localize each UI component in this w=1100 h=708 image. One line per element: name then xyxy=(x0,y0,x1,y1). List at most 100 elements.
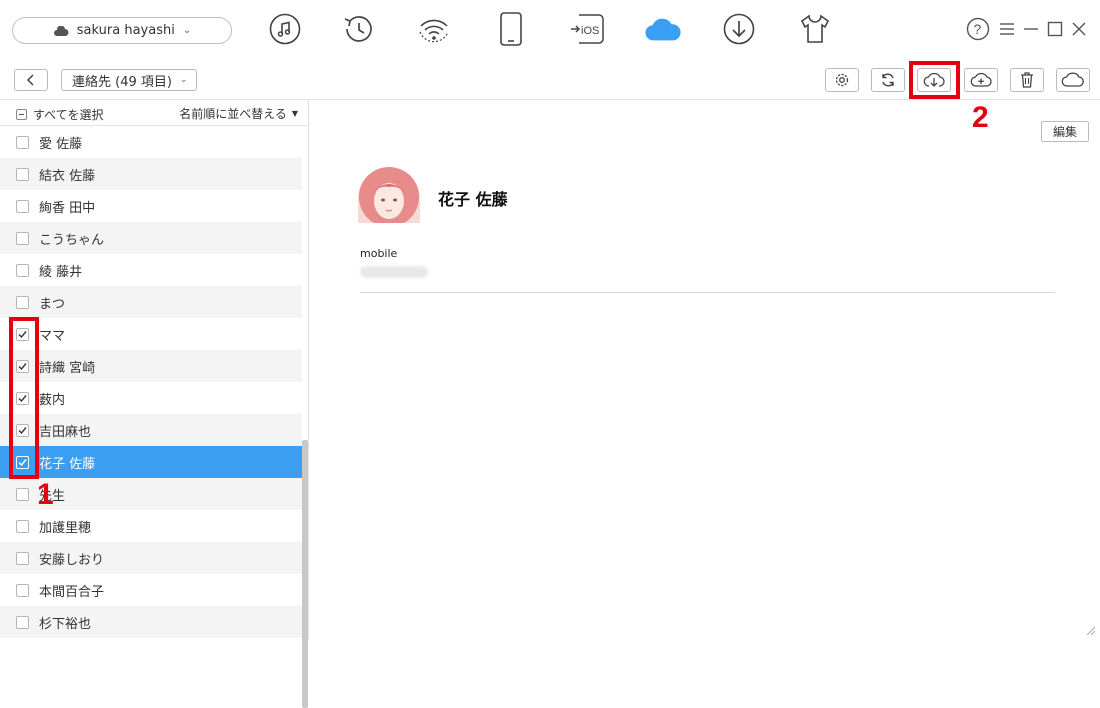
svg-text:?: ? xyxy=(974,21,982,37)
checkmark-icon xyxy=(18,394,27,402)
divider xyxy=(360,292,1055,293)
contact-row[interactable]: 本間百合子 xyxy=(0,574,302,606)
contact-row[interactable]: こうちゃん xyxy=(0,222,302,254)
chevron-left-icon xyxy=(26,74,34,86)
checkbox[interactable] xyxy=(16,583,29,597)
contact-row[interactable]: 結衣 佐藤 xyxy=(0,158,302,190)
contact-name-label: こうちゃん xyxy=(39,232,105,248)
field-value-mobile-redacted xyxy=(360,266,428,278)
list-header: すべてを選択 名前順に並べ替える ▼ xyxy=(0,100,308,126)
contact-row[interactable]: 加護里穂 xyxy=(0,510,302,542)
contact-name-label: 絢香 田中 xyxy=(39,200,96,216)
help-icon[interactable]: ? xyxy=(966,17,990,41)
tshirt-icon[interactable] xyxy=(797,11,833,47)
caret-down-icon: ▼ xyxy=(291,109,298,118)
folder-dropdown[interactable]: 連絡先 (49 項目) ⌄ xyxy=(61,69,197,91)
cloud-icon xyxy=(53,25,69,36)
contact-name-label: まつ xyxy=(39,296,66,312)
minimize-icon[interactable] xyxy=(1021,18,1041,40)
menu-icon[interactable] xyxy=(997,18,1017,40)
checkmark-icon xyxy=(18,458,27,466)
checkbox[interactable] xyxy=(16,295,29,309)
settings-icon xyxy=(835,73,849,87)
checkbox[interactable] xyxy=(16,487,29,501)
chevron-down-icon: ⌄ xyxy=(179,75,188,85)
history-icon[interactable] xyxy=(340,11,376,47)
refresh-icon xyxy=(882,73,894,87)
contact-name-label: 本間百合子 xyxy=(39,584,105,600)
cloud-icon xyxy=(1061,72,1084,87)
wifi-sync-icon[interactable] xyxy=(416,11,452,47)
contact-name-label: 詩織 宮崎 xyxy=(39,360,96,376)
select-all-checkbox[interactable]: すべてを選択 xyxy=(16,106,103,123)
ios-label: iOS xyxy=(581,25,599,37)
cloud-button[interactable] xyxy=(1056,68,1090,92)
contact-detail-panel: 編集 花子 佐藤 mobile xyxy=(309,100,1100,640)
icloud-icon[interactable] xyxy=(645,11,681,47)
contact-row[interactable]: 詩織 宮崎 xyxy=(0,350,302,382)
download-icon[interactable] xyxy=(721,11,757,47)
checkmark-icon xyxy=(18,330,27,338)
sort-dropdown[interactable]: 名前順に並べ替える ▼ xyxy=(179,105,298,122)
contact-row[interactable]: 薮内 xyxy=(0,382,302,414)
contact-name-label: 花子 佐藤 xyxy=(39,456,96,472)
checkbox[interactable] xyxy=(16,615,29,629)
upload-button[interactable] xyxy=(964,68,998,92)
music-icon[interactable] xyxy=(267,11,303,47)
device-selector[interactable]: sakura hayashi ⌄ xyxy=(12,17,232,44)
checkbox[interactable] xyxy=(16,519,29,533)
contact-rows: 愛 佐藤結衣 佐藤絢香 田中こうちゃん綾 藤井まつママ詩織 宮崎薮内吉田麻也花子… xyxy=(0,126,302,638)
phone-icon[interactable] xyxy=(493,11,529,47)
annotation-label-1: 1 xyxy=(37,478,54,511)
contact-row[interactable]: 吉田麻也 xyxy=(0,414,302,446)
checkmark-icon xyxy=(18,426,27,434)
maximize-icon[interactable] xyxy=(1045,18,1065,40)
contact-row[interactable]: 綾 藤井 xyxy=(0,254,302,286)
scrollbar[interactable] xyxy=(302,440,308,708)
checkbox[interactable] xyxy=(16,551,29,565)
checkbox-checked[interactable] xyxy=(16,391,29,405)
download-to-pc-icon xyxy=(923,72,945,87)
refresh-button[interactable] xyxy=(871,68,905,92)
contact-row[interactable]: 絢香 田中 xyxy=(0,190,302,222)
delete-button[interactable] xyxy=(1010,68,1044,92)
field-label-mobile: mobile xyxy=(360,247,398,260)
close-icon[interactable] xyxy=(1069,18,1089,40)
download-to-pc-button[interactable] xyxy=(917,68,951,92)
device-name: sakura hayashi xyxy=(76,23,175,38)
settings-button[interactable] xyxy=(825,68,859,92)
contact-row[interactable]: 花子 佐藤 xyxy=(0,446,302,478)
checkbox-checked[interactable] xyxy=(16,359,29,373)
contact-name-label: 吉田麻也 xyxy=(39,424,92,440)
contact-row[interactable]: まつ xyxy=(0,286,302,318)
checkmark-icon xyxy=(18,362,27,370)
checkbox[interactable] xyxy=(16,231,29,245)
checkbox-checked[interactable] xyxy=(16,327,29,341)
sort-label: 名前順に並べ替える xyxy=(179,107,287,121)
contact-name-label: 愛 佐藤 xyxy=(39,136,83,152)
checkbox[interactable] xyxy=(16,199,29,213)
checkbox-checked[interactable] xyxy=(16,455,29,469)
checkbox-checked[interactable] xyxy=(16,423,29,437)
chevron-down-icon: ⌄ xyxy=(182,25,192,36)
ios-transfer-icon[interactable]: iOS xyxy=(569,11,605,47)
top-bar: sakura hayashi ⌄ iOS ? xyxy=(0,0,1100,62)
checkbox[interactable] xyxy=(16,167,29,181)
contact-name-label: 加護里穂 xyxy=(39,520,92,536)
contact-row[interactable]: ママ xyxy=(0,318,302,350)
upload-icon xyxy=(970,72,992,87)
contact-row[interactable]: 愛 佐藤 xyxy=(0,126,302,158)
select-all-label: すべてを選択 xyxy=(33,108,104,122)
contact-list-panel: すべてを選択 名前順に並べ替える ▼ 愛 佐藤結衣 佐藤絢香 田中こうちゃん綾 … xyxy=(0,100,309,708)
contact-name-label: 杉下裕也 xyxy=(39,616,92,632)
folder-label: 連絡先 (49 項目) xyxy=(72,74,172,90)
back-button[interactable] xyxy=(14,69,48,91)
checkbox[interactable] xyxy=(16,263,29,277)
edit-button[interactable]: 編集 xyxy=(1041,121,1089,142)
toolbar: 連絡先 (49 項目) ⌄ xyxy=(0,62,1100,100)
contact-row[interactable]: 安藤しおり xyxy=(0,542,302,574)
contact-row[interactable]: 杉下裕也 xyxy=(0,606,302,638)
contact-name-label: 綾 藤井 xyxy=(39,264,83,280)
checkbox[interactable] xyxy=(16,135,29,149)
resize-grip-icon[interactable] xyxy=(1086,626,1096,636)
